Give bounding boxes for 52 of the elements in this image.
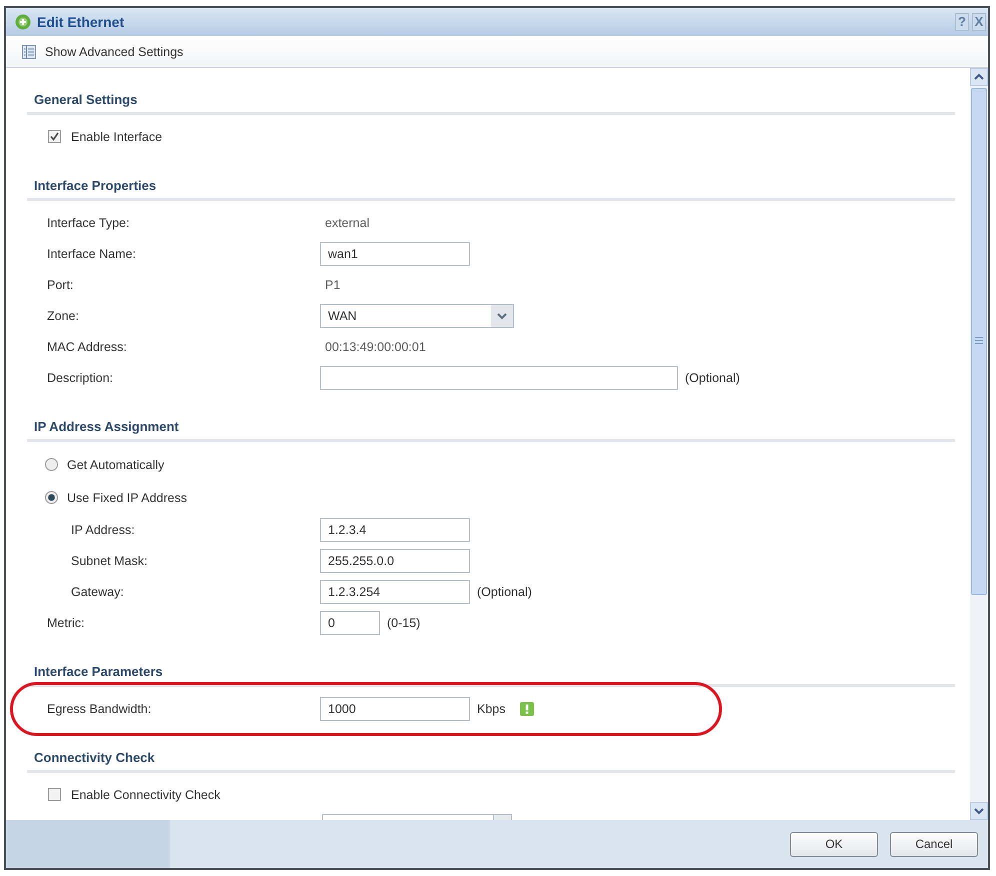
section-title: Interface Properties <box>33 177 158 195</box>
input-field[interactable]: 1.2.3.4 <box>320 518 470 542</box>
section-title: Interface Parameters <box>33 663 164 681</box>
input-field[interactable]: 0 <box>320 610 380 634</box>
field-note: (0-15) <box>387 616 420 630</box>
checkbox-label[interactable]: Enable Interface <box>71 130 162 144</box>
field-label: Description: <box>47 370 114 384</box>
section-title: IP Address Assignment <box>33 418 180 436</box>
radio-button[interactable] <box>45 458 58 471</box>
field-label: Egress Bandwidth: <box>47 702 152 716</box>
field-label: Zone: <box>47 308 80 322</box>
field-label: Port: <box>47 278 74 292</box>
field-label: Gateway: <box>71 584 125 598</box>
field-note: Kbps <box>477 702 506 716</box>
input-field[interactable]: 1000 <box>320 697 470 721</box>
plus-circle-icon <box>15 14 31 30</box>
field-value: P1 <box>324 278 340 292</box>
field-label: IP Address: <box>71 522 136 536</box>
input-field[interactable] <box>320 366 678 390</box>
scrollbar-thumb[interactable] <box>971 88 987 595</box>
section-title: Connectivity Check <box>33 749 156 767</box>
chevron-down-icon[interactable] <box>491 304 513 326</box>
input-field[interactable]: 255.255.0.0 <box>320 548 470 572</box>
field-label: Interface Name: <box>47 246 137 260</box>
field-label: MAC Address: <box>47 340 128 354</box>
list-icon[interactable] <box>22 44 36 58</box>
window-title: Edit Ethernet <box>37 14 124 30</box>
radio-button[interactable] <box>45 491 58 504</box>
dropdown[interactable]: WAN <box>320 304 514 328</box>
field-value: external <box>324 216 370 230</box>
radio-label[interactable]: Use Fixed IP Address <box>67 490 187 504</box>
input-field[interactable]: 1.2.3.254 <box>320 580 470 604</box>
exclamation-icon[interactable] <box>520 702 534 716</box>
field-value: 00:13:49:00:00:01 <box>324 340 426 354</box>
radio-label[interactable]: Get Automatically <box>67 458 164 472</box>
dialog-button[interactable]: OK <box>790 832 878 856</box>
scrollbar-track[interactable] <box>970 68 988 820</box>
dialog-button[interactable]: Cancel <box>890 832 978 856</box>
field-label: Subnet Mask: <box>71 554 148 568</box>
chevron-down-icon[interactable] <box>970 802 988 820</box>
field-label: Metric: <box>47 616 86 630</box>
field-label: Interface Type: <box>47 216 130 230</box>
field-note: (Optional) <box>477 584 532 598</box>
checkbox[interactable] <box>48 130 61 143</box>
chevron-up-icon[interactable] <box>970 68 988 86</box>
field-note: (Optional) <box>685 370 740 384</box>
input-field[interactable]: wan1 <box>320 242 470 266</box>
dropdown[interactable] <box>322 814 512 820</box>
checkbox[interactable] <box>48 788 61 801</box>
checkbox-label[interactable]: Enable Connectivity Check <box>71 788 220 802</box>
section-title: General Settings <box>33 91 138 109</box>
advanced-settings-link[interactable]: Show Advanced Settings <box>45 44 184 58</box>
